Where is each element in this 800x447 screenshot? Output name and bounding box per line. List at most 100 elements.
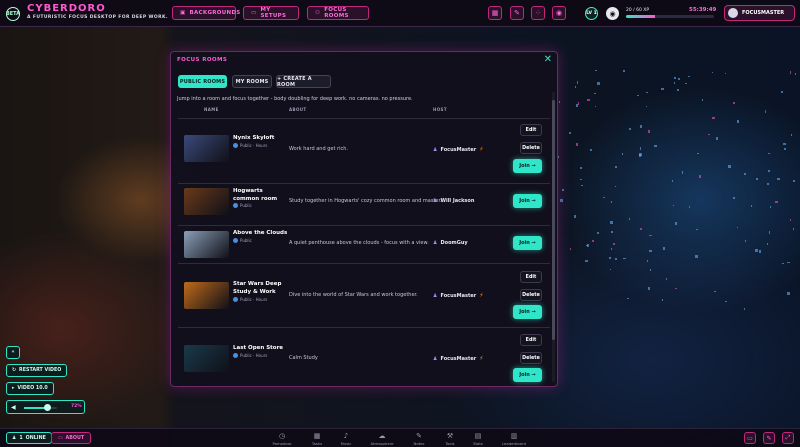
scrollbar-thumb[interactable] — [552, 100, 555, 340]
about-button[interactable]: ▭ ABOUT — [51, 432, 92, 444]
xp-progress-bar — [626, 15, 714, 18]
person-icon: ♟ — [433, 240, 438, 246]
city-light — [645, 105, 648, 108]
city-light — [593, 92, 596, 95]
bolt-icon: ⚡ — [479, 292, 484, 299]
city-light — [615, 257, 617, 260]
city-light — [675, 221, 677, 225]
city-light — [640, 227, 643, 231]
city-light — [629, 128, 632, 131]
tab-create-room[interactable]: + CREATE A ROOM — [276, 75, 331, 88]
city-light — [585, 260, 588, 262]
focus-rooms-modal: FOCUS ROOMS ✕ PUBLIC ROOMS MY ROOMS + CR… — [170, 51, 558, 387]
city-light — [615, 166, 618, 169]
volume-control[interactable]: ◀ 72% — [6, 400, 85, 414]
pen-icon[interactable]: ✎ — [510, 6, 524, 20]
eye-icon[interactable]: ◉ — [606, 7, 619, 20]
backgrounds-button[interactable]: ▣ BACKGROUNDS — [172, 6, 240, 20]
city-light — [610, 247, 613, 251]
join-button[interactable]: Join → — [513, 159, 542, 173]
person-icon: ♟ — [433, 146, 438, 153]
room-meta: Public — [233, 238, 252, 243]
my-setups-button[interactable]: ▭ MY SETUPS — [243, 6, 299, 20]
city-light — [574, 86, 577, 88]
dock-leaderboard[interactable]: ▥ Leaderboard — [493, 429, 535, 447]
folder-icon: ▭ — [251, 10, 257, 16]
city-light — [764, 110, 766, 113]
spotify-icon[interactable]: ◉ — [552, 6, 566, 20]
level-badge: LV 1 — [585, 7, 598, 20]
city-light — [581, 184, 583, 186]
city-light — [699, 175, 701, 178]
city-light — [590, 148, 592, 151]
city-light — [784, 147, 787, 150]
city-light — [758, 250, 761, 254]
delete-button[interactable]: Delete — [520, 289, 542, 301]
city-light — [695, 228, 698, 230]
people-icon: ⚇ — [315, 10, 321, 16]
dock-atmosphere[interactable]: ☁ Atmosphere — [361, 429, 403, 447]
video-quality-button[interactable]: ▸ VIDEO 10.0 — [6, 382, 54, 395]
room-name: Nynix Skyloft — [233, 135, 275, 141]
join-button[interactable]: Join → — [513, 305, 542, 319]
city-light — [681, 171, 683, 174]
close-icon[interactable]: ✕ — [544, 54, 552, 65]
city-light — [623, 257, 626, 259]
tab-my-rooms[interactable]: MY ROOMS — [232, 75, 272, 88]
room-name: Star Wars Deep Study & Work — [233, 281, 282, 295]
city-light — [716, 137, 718, 141]
edit-button[interactable]: Edit — [520, 271, 542, 283]
room-about: A quiet penthouse above the clouds - foc… — [289, 240, 429, 246]
city-light — [794, 73, 796, 75]
room-about: Calm Study — [289, 355, 318, 361]
profile-button[interactable]: FOCUSMASTER — [724, 5, 795, 21]
fullscreen-icon[interactable]: ⤢ — [782, 432, 794, 444]
city-light — [621, 152, 624, 156]
volume-slider[interactable] — [24, 407, 57, 409]
delete-button[interactable]: Delete — [520, 352, 542, 364]
brush-icon[interactable]: ✎ — [763, 432, 775, 444]
city-light — [712, 71, 714, 74]
restart-icon: ↻ — [12, 368, 17, 373]
stats-icon: ▤ — [474, 431, 482, 440]
join-button[interactable]: Join → — [513, 236, 542, 250]
city-light — [792, 179, 796, 182]
city-light — [782, 262, 784, 264]
focus-rooms-button[interactable]: ⚇ FOCUS ROOMS — [307, 6, 369, 20]
screen-icon[interactable]: ▭ — [744, 432, 756, 444]
city-light — [737, 226, 739, 229]
join-button[interactable]: Join → — [513, 194, 542, 208]
city-light — [610, 201, 613, 203]
city-light — [587, 243, 590, 247]
city-light — [743, 307, 746, 310]
avatar — [728, 8, 738, 18]
city-light — [769, 206, 771, 208]
city-light — [673, 77, 676, 80]
join-button[interactable]: Join → — [513, 368, 542, 382]
city-light — [756, 178, 759, 180]
city-light — [626, 297, 629, 299]
restart-video-button[interactable]: ↻ RESTART VIDEO — [6, 364, 68, 377]
city-light — [767, 182, 769, 186]
city-light — [611, 231, 613, 234]
edit-button[interactable]: Edit — [520, 124, 542, 136]
bolt-icon: ⚡ — [479, 355, 484, 362]
online-indicator[interactable]: ♟ 1 ONLINE — [6, 432, 52, 444]
xp-label: 20 / 60 XP — [626, 8, 650, 13]
room-meta: Public · Hours — [233, 143, 267, 148]
volume-knob[interactable] — [44, 404, 52, 411]
city-light — [665, 277, 667, 280]
clock-icon: ◷ — [278, 431, 286, 440]
city-light — [782, 142, 786, 146]
tab-public-rooms[interactable]: PUBLIC ROOMS — [178, 75, 227, 88]
edit-button[interactable]: Edit — [520, 334, 542, 346]
apps-icon[interactable]: ⁘ — [531, 6, 545, 20]
intro-text: Jump into a room and focus together - bo… — [177, 96, 413, 102]
city-light — [640, 125, 642, 128]
city-light — [694, 255, 698, 258]
grid-icon[interactable]: ▦ — [488, 6, 502, 20]
collapse-button[interactable]: « — [6, 346, 20, 359]
modal-scrollbar[interactable] — [552, 92, 555, 382]
city-light — [792, 228, 794, 231]
delete-button[interactable]: Delete — [520, 142, 542, 154]
